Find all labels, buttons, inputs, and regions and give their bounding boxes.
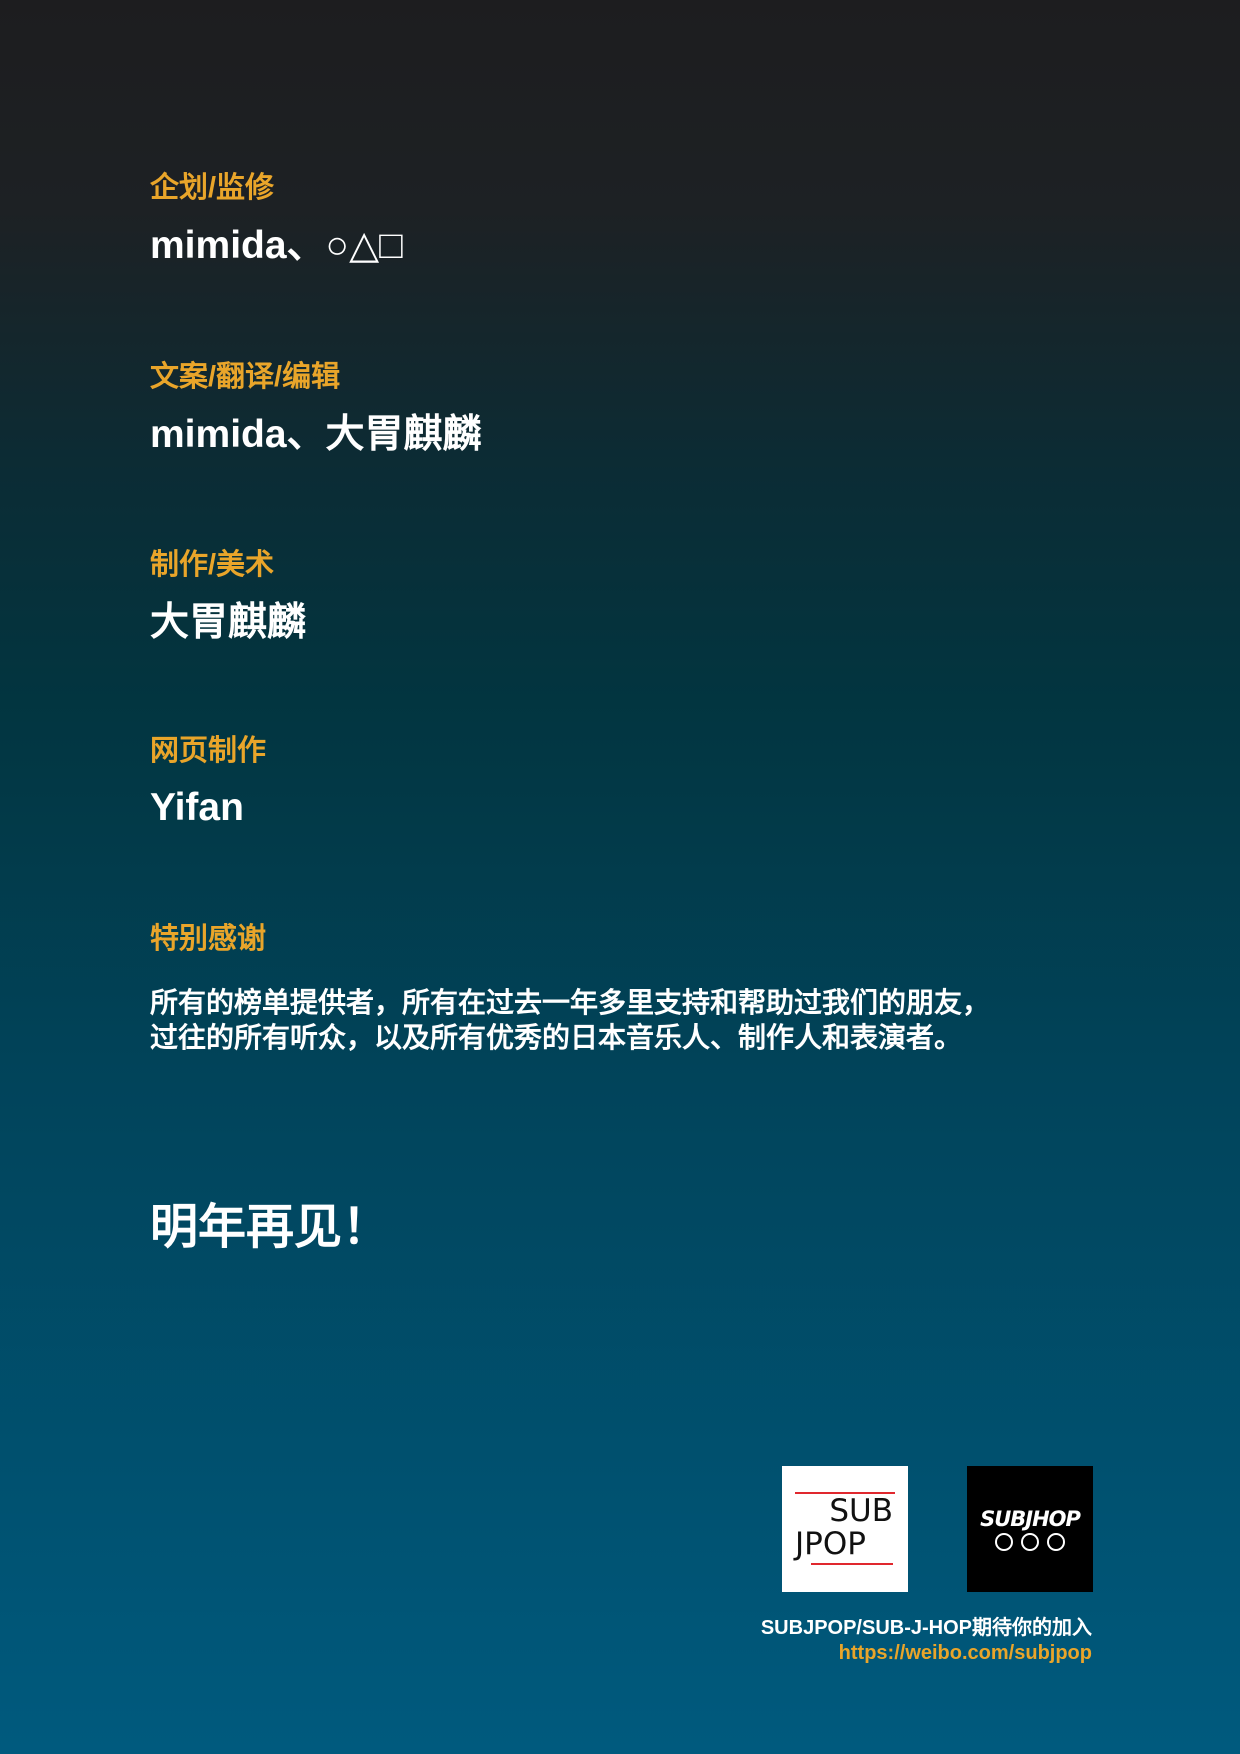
logo-text-subjhop: SUBJHOP [980, 1507, 1081, 1531]
special-thanks-line: 所有的榜单提供者，所有在过去一年多里支持和帮助过我们的朋友， [150, 987, 991, 1018]
logo-circle-icon [1047, 1533, 1065, 1551]
credit-role-web: 网页制作 [150, 735, 267, 767]
credit-names-copywriting: mimida、大胃麒麟 [150, 413, 482, 456]
special-thanks-line: 过往的所有听众，以及所有优秀的日本音乐人、制作人和表演者。 [150, 1022, 963, 1053]
logo-circle-icon [995, 1533, 1013, 1551]
subjhop-logo: SUBJHOP [967, 1466, 1093, 1592]
credit-names-planning: mimida、○△□ [150, 224, 403, 267]
credit-role-copywriting: 文案/翻译/编辑 [150, 361, 341, 393]
farewell-heading: 明年再见！ [150, 1201, 391, 1254]
logo-text-sub: SUB [829, 1493, 893, 1529]
special-thanks-label: 特别感谢 [150, 923, 267, 955]
special-thanks-text: 所有的榜单提供者，所有在过去一年多里支持和帮助过我们的朋友， 过往的所有听众，以… [150, 985, 990, 1055]
logo-red-line-bottom [811, 1563, 893, 1565]
weibo-link[interactable]: https://weibo.com/subjpop [839, 1640, 1092, 1666]
credit-role-art: 制作/美术 [150, 549, 275, 581]
credits-page: 企划/监修 mimida、○△□ 文案/翻译/编辑 mimida、大胃麒麟 制作… [0, 0, 1240, 1754]
logo-circle-icon [1021, 1533, 1039, 1551]
logo-text-jpop: JPOP [795, 1526, 866, 1562]
subjpop-logo: SUB JPOP [782, 1466, 908, 1592]
logo-circles [995, 1533, 1065, 1551]
credit-names-art: 大胃麒麟 [150, 601, 307, 644]
credit-names-web: Yifan [150, 786, 244, 829]
credit-role-planning: 企划/监修 [150, 172, 275, 204]
footer-invite-text: SUBJPOP/SUB-J-HOP期待你的加入 [760, 1617, 1092, 1639]
